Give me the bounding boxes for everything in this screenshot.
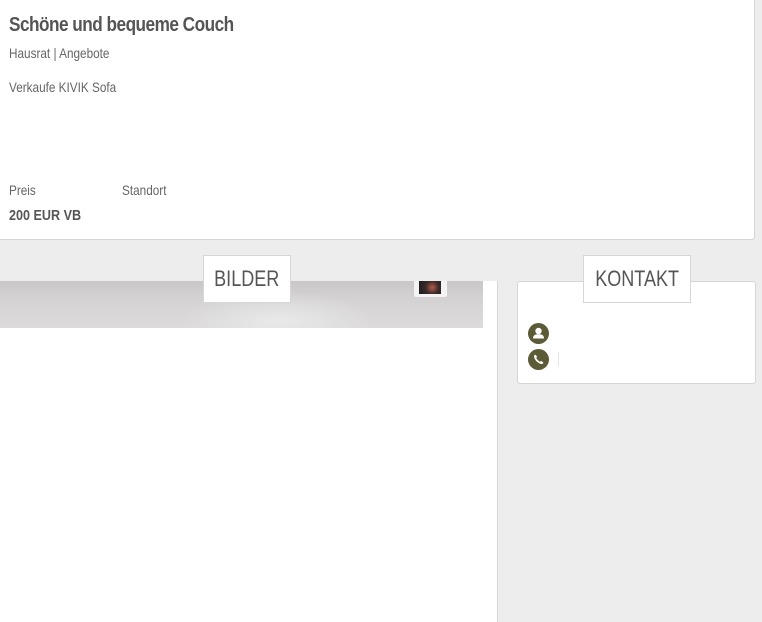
phone-icon[interactable]	[528, 349, 549, 370]
phone-icon-glyph	[533, 354, 544, 365]
phone-value-placeholder	[558, 352, 559, 366]
photo-picture-frame-inner	[419, 281, 441, 294]
price-value: 200 EUR VB	[9, 207, 82, 224]
images-panel	[0, 281, 498, 622]
location-label: Standort	[122, 182, 167, 198]
price-label: Preis	[9, 182, 36, 198]
contact-section-title-text: KONTAKT	[595, 266, 679, 291]
listing-title: Schöne und bequeme Couch	[9, 14, 234, 36]
images-section-title-text: BILDER	[214, 266, 280, 291]
photo-picture-frame	[414, 281, 447, 297]
listing-description: Verkaufe KIVIK Sofa	[9, 79, 117, 95]
listing-category[interactable]: Hausrat | Angebote	[9, 45, 109, 61]
listing-card: Schöne und bequeme Couch Hausrat | Angeb…	[0, 0, 755, 240]
images-section-title: BILDER	[203, 255, 291, 303]
user-icon[interactable]	[528, 323, 549, 344]
listing-page: Schöne und bequeme Couch Hausrat | Angeb…	[0, 0, 762, 622]
contact-section-title: KONTAKT	[583, 255, 691, 303]
user-icon-glyph	[533, 327, 544, 339]
